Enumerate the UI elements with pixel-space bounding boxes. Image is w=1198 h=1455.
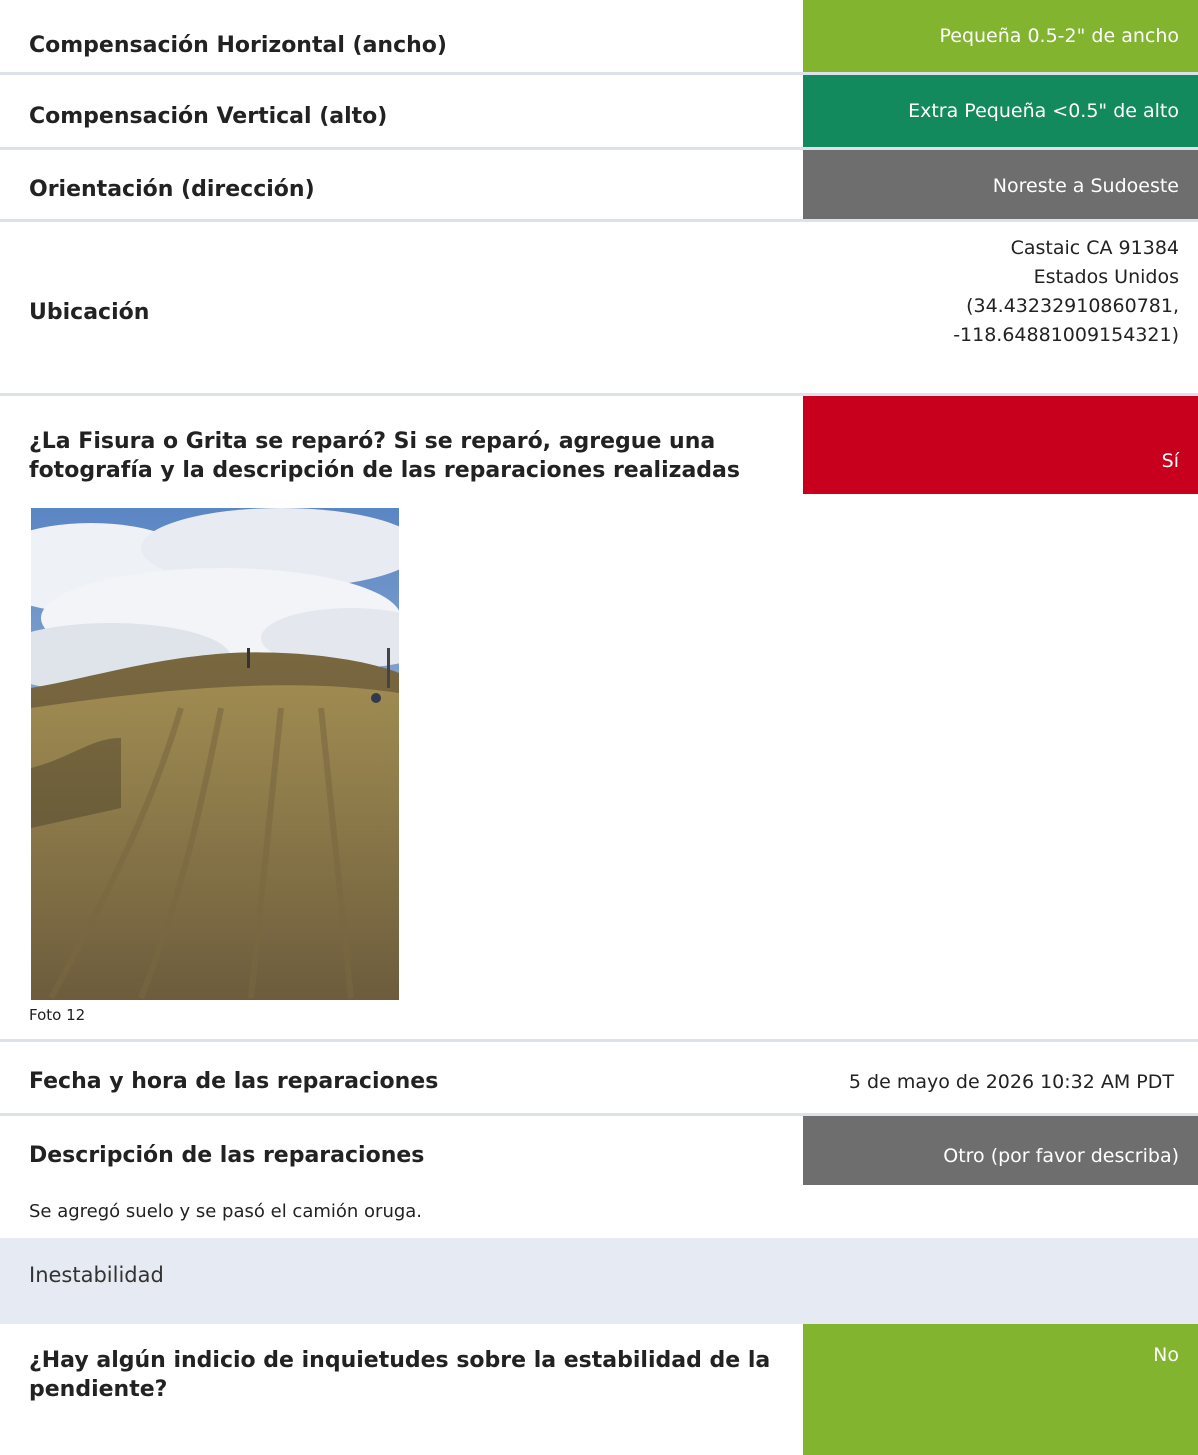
row-orientation: Orientación (dirección) Noreste a Sudoes… [0, 150, 1198, 222]
photo-image [31, 508, 399, 1000]
repair-description-label: Descripción de las reparaciones [29, 1143, 425, 1168]
row-horizontal-offset: Compensación Horizontal (ancho) Pequeña … [0, 0, 1198, 75]
orientation-value: Noreste a Sudoeste [803, 150, 1198, 219]
repair-datetime-value: 5 de mayo de 2026 10:32 AM PDT [848, 1071, 1174, 1093]
horizontal-offset-label: Compensación Horizontal (ancho) [29, 33, 447, 58]
repaired-label: ¿La Fisura o Grita se reparó? Si se repa… [29, 427, 740, 485]
photo-caption: Foto 12 [29, 1006, 86, 1024]
row-stability: ¿Hay algún indicio de inquietudes sobre … [0, 1324, 1198, 1455]
section-title: Inestabilidad [29, 1263, 164, 1287]
stability-label-line: pendiente? [29, 1377, 168, 1402]
row-repair-datetime: Fecha y hora de las reparaciones 5 de ma… [0, 1042, 1198, 1116]
repair-description-value: Otro (por favor describa) [803, 1116, 1198, 1185]
location-line: Castaic CA 91384 [1010, 237, 1179, 259]
location-value: Castaic CA 91384 Estados Unidos (34.4323… [803, 234, 1198, 350]
stability-label: ¿Hay algún indicio de inquietudes sobre … [29, 1346, 770, 1404]
location-label: Ubicación [29, 300, 150, 325]
repaired-label-line: fotografía y la descripción de las repar… [29, 458, 740, 483]
orientation-label: Orientación (dirección) [29, 177, 315, 202]
stability-value: No [803, 1324, 1198, 1455]
row-location: Ubicación Castaic CA 91384 Estados Unido… [0, 222, 1198, 396]
section-header: Inestabilidad [0, 1238, 1198, 1324]
vertical-offset-value: Extra Pequeña <0.5" de alto [803, 75, 1198, 147]
stability-label-line: ¿Hay algún indicio de inquietudes sobre … [29, 1348, 771, 1373]
repair-photo[interactable] [31, 508, 399, 1000]
repaired-label-line: ¿La Fisura o Grita se reparó? Si se repa… [29, 429, 716, 454]
repaired-value: Sí [803, 396, 1198, 494]
repair-datetime-label: Fecha y hora de las reparaciones [29, 1069, 439, 1094]
repair-description-note: Se agregó suelo y se pasó el camión orug… [29, 1201, 423, 1222]
row-repair-description: Descripción de las reparaciones Otro (po… [0, 1116, 1198, 1324]
location-line: Estados Unidos [1033, 266, 1179, 288]
row-repaired: ¿La Fisura o Grita se reparó? Si se repa… [0, 396, 1198, 1042]
location-line: -118.64881009154321) [953, 324, 1179, 346]
horizontal-offset-value: Pequeña 0.5-2" de ancho [803, 0, 1198, 72]
row-vertical-offset: Compensación Vertical (alto) Extra Peque… [0, 75, 1198, 150]
location-line: (34.43232910860781, [966, 295, 1179, 317]
vertical-offset-label: Compensación Vertical (alto) [29, 104, 388, 129]
